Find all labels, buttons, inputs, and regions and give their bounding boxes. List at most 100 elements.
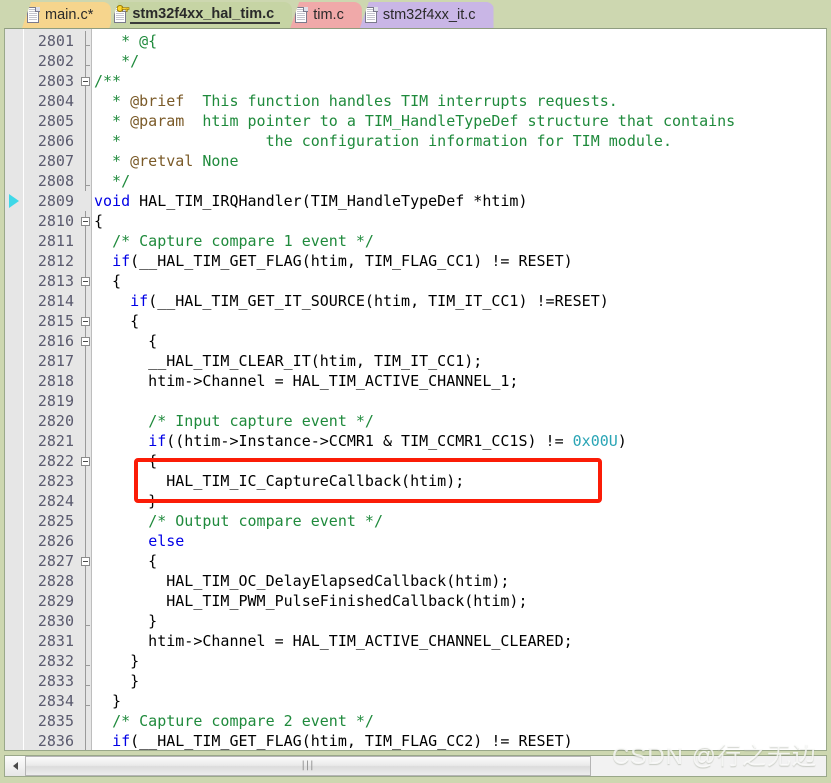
- current-line-bookmark-icon[interactable]: [9, 194, 19, 208]
- line-number: 2832: [37, 652, 74, 670]
- code-token: {: [94, 552, 158, 570]
- fold-guide-line: [85, 251, 86, 271]
- fold-collapse-icon[interactable]: [81, 277, 90, 286]
- code-line[interactable]: * @{: [94, 31, 157, 51]
- fold-guide-line: [85, 371, 86, 391]
- code-line[interactable]: /* Input capture event */: [94, 411, 374, 431]
- code-editor-window: main.c* stm32f4xx_hal_tim.c tim.c stm32f4xx…: [0, 0, 831, 783]
- fold-collapse-icon[interactable]: [81, 317, 90, 326]
- fold-collapse-icon[interactable]: [81, 337, 90, 346]
- horizontal-scrollbar[interactable]: |||: [4, 755, 827, 777]
- code-token: HAL_TIM_IC_CaptureCallback(htim);: [94, 472, 465, 490]
- fold-collapse-icon[interactable]: [81, 217, 90, 226]
- code-token: if: [130, 292, 149, 310]
- code-line[interactable]: {: [94, 551, 157, 571]
- code-line[interactable]: }: [94, 671, 139, 691]
- code-line[interactable]: }: [94, 651, 139, 671]
- code-line[interactable]: */: [94, 51, 139, 71]
- fold-guide-line: [85, 491, 86, 511]
- source-editor[interactable]: 2801 2802 2803 2804 2805 2806 2807 2808 2809 2810…: [4, 28, 827, 751]
- scrollbar-thumb[interactable]: |||: [25, 756, 591, 776]
- code-line[interactable]: __HAL_TIM_CLEAR_IT(htim, TIM_IT_CC1);: [94, 351, 482, 371]
- code-line[interactable]: if(__HAL_TIM_GET_IT_SOURCE(htim, TIM_IT_…: [94, 291, 609, 311]
- line-number: 2828: [37, 572, 74, 590]
- code-line[interactable]: */: [94, 171, 130, 191]
- fold-collapse-icon[interactable]: [81, 557, 90, 566]
- line-number: 2805: [37, 112, 74, 130]
- code-line[interactable]: * @param htim pointer to a TIM_HandleTyp…: [94, 111, 735, 131]
- code-line[interactable]: else: [94, 531, 184, 551]
- line-number: 2823: [37, 472, 74, 490]
- code-line[interactable]: {: [94, 331, 157, 351]
- fold-guide-line: [85, 651, 86, 671]
- code-token: /* Capture compare 2 event */: [112, 712, 374, 730]
- code-line[interactable]: if(__HAL_TIM_GET_FLAG(htim, TIM_FLAG_CC2…: [94, 731, 573, 750]
- scroll-left-arrow-icon[interactable]: [5, 756, 25, 776]
- code-line[interactable]: /* Capture compare 1 event */: [94, 231, 374, 251]
- code-token: /* Input capture event */: [148, 412, 374, 430]
- line-number: 2833: [37, 672, 74, 690]
- code-line[interactable]: * @brief This function handles TIM inter…: [94, 91, 618, 111]
- code-token: else: [148, 532, 185, 550]
- line-number: 2819: [37, 392, 74, 410]
- code-line[interactable]: if(__HAL_TIM_GET_FLAG(htim, TIM_FLAG_CC1…: [94, 251, 573, 271]
- code-token: if: [112, 732, 131, 750]
- line-number: 2818: [37, 372, 74, 390]
- fold-end-tick: [85, 65, 90, 66]
- code-line[interactable]: if((htim->Instance->CCMR1 & TIM_CCMR1_CC…: [94, 431, 627, 451]
- code-token: }: [94, 652, 140, 670]
- line-number: 2803: [37, 72, 74, 90]
- editor-tab-stm32f4xx-hal-tim-c[interactable]: stm32f4xx_hal_tim.c: [109, 2, 293, 28]
- code-line[interactable]: }: [94, 611, 157, 631]
- tab-label: stm32f4xx_it.c: [382, 7, 476, 23]
- code-token: This function handles TIM interrupts req…: [184, 92, 618, 110]
- code-token: HAL_TIM_PWM_PulseFinishedCallback(htim);: [94, 592, 528, 610]
- code-line[interactable]: * @retval None: [94, 151, 239, 171]
- code-token: {: [94, 332, 158, 350]
- code-token: */: [94, 172, 131, 190]
- code-line[interactable]: }: [94, 691, 121, 711]
- code-token: None: [193, 152, 239, 170]
- code-line[interactable]: HAL_TIM_PWM_PulseFinishedCallback(htim);: [94, 591, 527, 611]
- fold-guide-line: [85, 91, 86, 111]
- code-line[interactable]: HAL_TIM_IC_CaptureCallback(htim);: [94, 471, 464, 491]
- code-line[interactable]: /* Capture compare 2 event */: [94, 711, 374, 731]
- fold-guide-line: [85, 671, 86, 691]
- code-folding-gutter[interactable]: [80, 29, 91, 750]
- fold-guide-line: [85, 51, 86, 71]
- code-line[interactable]: HAL_TIM_OC_DelayElapsedCallback(htim);: [94, 571, 509, 591]
- code-line[interactable]: {: [94, 271, 121, 291]
- line-number: 2813: [37, 272, 74, 290]
- code-token: void: [94, 192, 131, 210]
- line-number: 2814: [37, 292, 74, 310]
- line-number: 2826: [37, 532, 74, 550]
- code-line[interactable]: /**: [94, 71, 121, 91]
- line-number: 2816: [37, 332, 74, 350]
- fold-end-tick: [85, 685, 90, 686]
- code-line[interactable]: void HAL_TIM_IRQHandler(TIM_HandleTypeDe…: [94, 191, 527, 211]
- fold-collapse-icon[interactable]: [81, 77, 90, 86]
- code-token: __HAL_TIM_CLEAR_IT(htim, TIM_IT_CC1);: [94, 352, 483, 370]
- code-text-area[interactable]: * @{ */ /** * @brief This function handle…: [92, 29, 826, 750]
- editor-tab-tim-c[interactable]: tim.c: [290, 2, 362, 28]
- editor-tab-stm32f4xx-it-c[interactable]: stm32f4xx_it.c: [359, 2, 494, 28]
- line-number: 2829: [37, 592, 74, 610]
- code-line[interactable]: htim->Channel = HAL_TIM_ACTIVE_CHANNEL_1…: [94, 371, 518, 391]
- code-token: /* Capture compare 1 event */: [112, 232, 374, 250]
- code-line[interactable]: {: [94, 451, 157, 471]
- code-line[interactable]: htim->Channel = HAL_TIM_ACTIVE_CHANNEL_C…: [94, 631, 572, 651]
- fold-guide-line: [85, 351, 86, 371]
- code-token: 0x00U: [572, 432, 618, 450]
- code-line[interactable]: {: [94, 211, 103, 231]
- editor-tab-main-c-[interactable]: main.c*: [22, 2, 112, 28]
- code-line[interactable]: /* Output compare event */: [94, 511, 383, 531]
- code-line[interactable]: }: [94, 491, 157, 511]
- bookmark-gutter[interactable]: [5, 29, 24, 750]
- fold-collapse-icon[interactable]: [81, 457, 90, 466]
- code-line[interactable]: * the configuration information for TIM …: [94, 131, 672, 151]
- code-line[interactable]: {: [94, 311, 139, 331]
- fold-guide-line: [85, 511, 86, 531]
- code-token: {: [94, 452, 158, 470]
- scrollbar-track[interactable]: |||: [25, 756, 826, 776]
